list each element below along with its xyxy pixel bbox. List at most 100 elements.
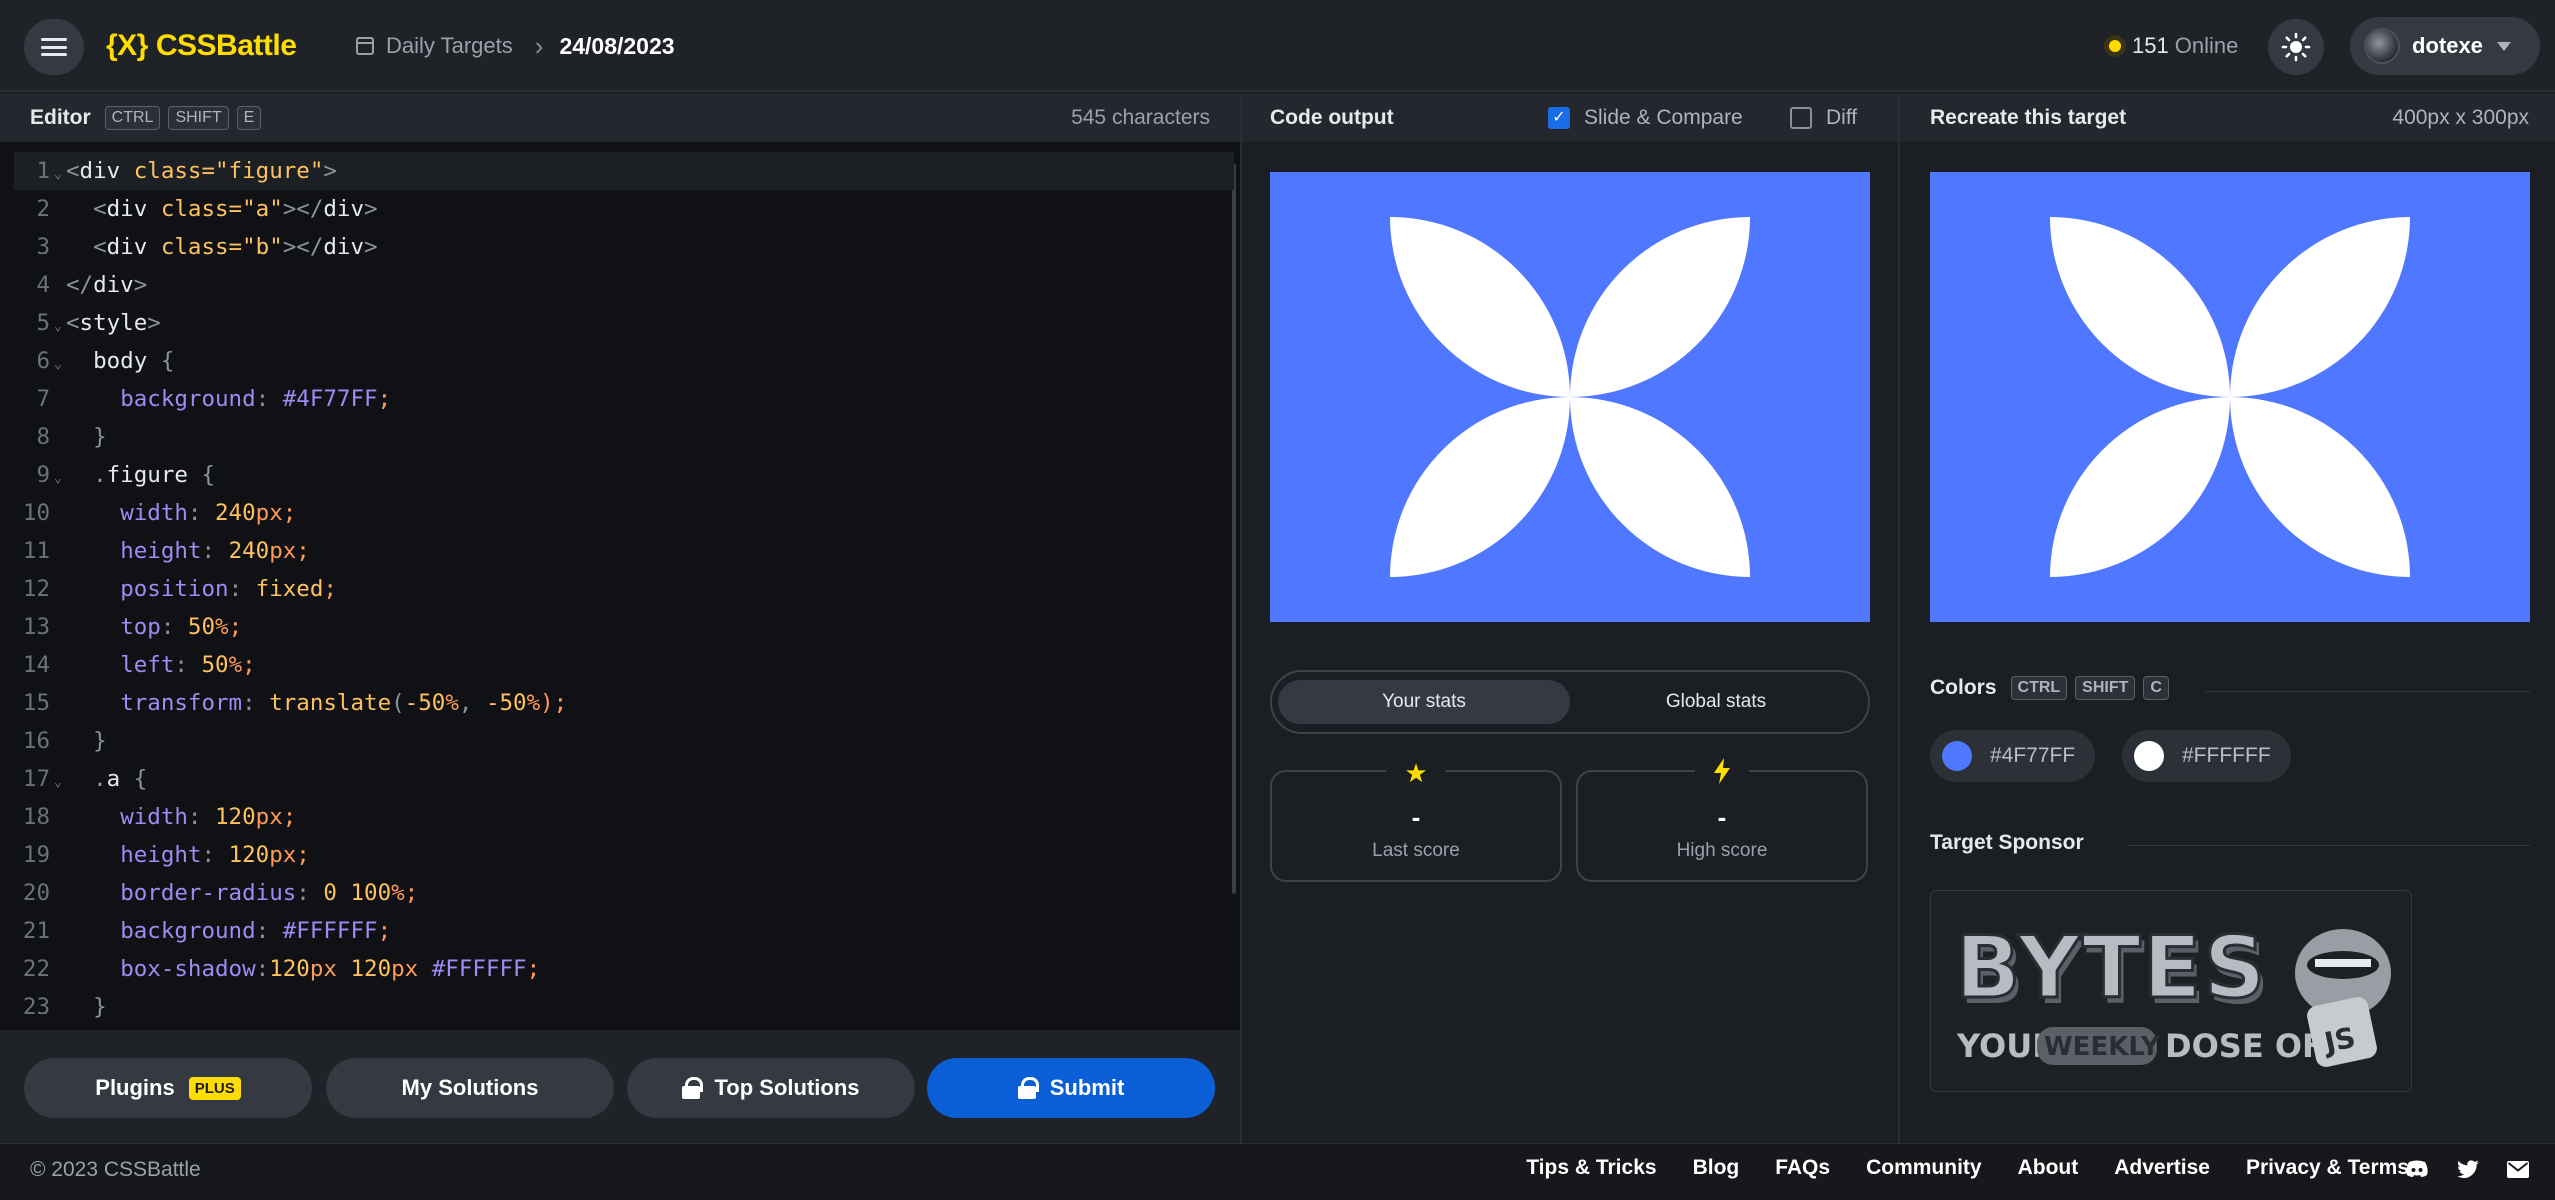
footer-links: Tips & Tricks Blog FAQs Community About …	[1526, 1156, 2409, 1180]
target-image[interactable]	[1930, 172, 2530, 622]
mail-icon[interactable]	[2507, 1160, 2529, 1178]
color-swatch	[1942, 741, 1972, 771]
code-line[interactable]: 17 ⌄ .a {	[14, 760, 1234, 798]
line-number: 6	[36, 348, 50, 374]
logo[interactable]: {X} CSSBattle	[106, 26, 297, 66]
code-line[interactable]: 1 ⌄ <div class="figure">	[14, 152, 1234, 190]
breadcrumb-daily-targets[interactable]: Daily Targets	[386, 33, 513, 59]
sponsor-banner[interactable]: BYTES BYTES YOUR WEEKLY DOSE OF JS	[1930, 890, 2412, 1092]
theme-toggle-button[interactable]	[2268, 19, 2324, 75]
code-line[interactable]: 13 top: 50%;	[14, 608, 1234, 646]
code-line[interactable]: 6 ⌄ body {	[14, 342, 1234, 380]
chevron-right-icon: ›	[534, 30, 544, 61]
menu-button[interactable]	[24, 19, 84, 75]
code-line[interactable]: 14 left: 50%;	[14, 646, 1234, 684]
footer-link-tips[interactable]: Tips & Tricks	[1526, 1156, 1656, 1180]
caret-down-icon	[2496, 41, 2511, 51]
twitter-icon[interactable]	[2457, 1160, 2479, 1178]
fold-chevron-icon[interactable]: ⌄	[50, 763, 66, 801]
stats-tabs: Your stats Global stats	[1270, 670, 1870, 734]
output-title: Code output	[1270, 106, 1394, 129]
color-chip-white[interactable]: #FFFFFF	[2122, 730, 2291, 782]
code-line[interactable]: 9 ⌄ .figure {	[14, 456, 1234, 494]
line-number: 21	[22, 918, 50, 944]
color-chip-blue[interactable]: #4F77FF	[1930, 730, 2096, 782]
fold-chevron-icon[interactable]: ⌄	[50, 155, 66, 193]
social-icons	[2405, 1160, 2529, 1178]
line-number: 7	[36, 386, 50, 412]
editor-actions: Plugins PLUS My Solutions Top Solutions …	[0, 1030, 1240, 1143]
footer-link-privacy[interactable]: Privacy & Terms	[2246, 1156, 2409, 1180]
footer-link-faqs[interactable]: FAQs	[1775, 1156, 1830, 1180]
section-divider	[2205, 691, 2530, 692]
shortcut-key: E	[236, 106, 262, 130]
code-line[interactable]: 4 </div>	[14, 266, 1234, 304]
lock-icon	[682, 1077, 704, 1099]
code-line[interactable]: 20 border-radius: 0 100%;	[14, 874, 1234, 912]
code-editor[interactable]: 1 ⌄ <div class="figure"> 2 <div class="a">…	[0, 142, 1240, 1030]
top-solutions-button[interactable]: Top Solutions	[627, 1058, 915, 1118]
checkbox-checked-icon[interactable]	[1548, 107, 1570, 129]
editor-title: Editor	[30, 106, 91, 129]
code-line[interactable]: 19 height: 120px;	[14, 836, 1234, 874]
tab-global-stats[interactable]: Global stats	[1570, 680, 1862, 724]
code-line[interactable]: 23 }	[14, 988, 1234, 1026]
code-line[interactable]: 8 }	[14, 418, 1234, 456]
fold-chevron-icon[interactable]: ⌄	[50, 459, 66, 497]
code-line[interactable]: 2 <div class="a"></div>	[14, 190, 1234, 228]
my-solutions-button[interactable]: My Solutions	[326, 1058, 614, 1118]
copyright: © 2023 CSSBattle	[30, 1158, 201, 1181]
shortcut-key: CTRL	[2010, 676, 2068, 700]
panel-divider[interactable]	[1240, 94, 1242, 1143]
code-line[interactable]: 3 <div class="b"></div>	[14, 228, 1234, 266]
fold-chevron-icon[interactable]: ⌄	[50, 345, 66, 383]
editor-header: Editor CTRL SHIFT E 545 characters	[0, 94, 1240, 142]
online-dot-icon	[2104, 35, 2126, 57]
user-menu-button[interactable]: dotexe	[2350, 17, 2540, 75]
last-score-value: -	[1411, 802, 1421, 832]
sun-icon	[2281, 32, 2311, 62]
line-number: 2	[36, 196, 50, 222]
output-render	[1270, 172, 1870, 622]
footer-link-advertise[interactable]: Advertise	[2114, 1156, 2210, 1180]
my-solutions-label: My Solutions	[401, 1075, 539, 1100]
panel-divider[interactable]	[1898, 94, 1900, 1143]
code-line[interactable]: 21 background: #FFFFFF;	[14, 912, 1234, 950]
line-number: 8	[36, 424, 50, 450]
diff-toggle[interactable]: Diff	[1790, 106, 1857, 130]
code-line[interactable]: 11 height: 240px;	[14, 532, 1234, 570]
plugins-button[interactable]: Plugins PLUS	[24, 1058, 312, 1118]
section-divider	[2128, 845, 2530, 846]
code-line[interactable]: 7 background: #4F77FF;	[14, 380, 1234, 418]
line-number: 12	[22, 576, 50, 602]
footer-link-community[interactable]: Community	[1866, 1156, 1982, 1180]
hamburger-icon	[41, 38, 67, 56]
code-line[interactable]: 10 width: 240px;	[14, 494, 1234, 532]
code-output-canvas[interactable]	[1270, 172, 1870, 622]
sponsor-logo: BYTES BYTES YOUR WEEKLY DOSE OF JS	[1954, 917, 2391, 1067]
line-number: 4	[36, 272, 50, 298]
checkbox-unchecked-icon[interactable]	[1790, 107, 1812, 129]
footer-link-about[interactable]: About	[2018, 1156, 2079, 1180]
slide-compare-toggle[interactable]: Slide & Compare	[1548, 106, 1743, 130]
breadcrumb: Daily Targets › 24/08/2023	[356, 28, 675, 64]
footer-link-blog[interactable]: Blog	[1693, 1156, 1740, 1180]
code-line[interactable]: 15 transform: translate(-50%, -50%);	[14, 684, 1234, 722]
code-line[interactable]: 12 position: fixed;	[14, 570, 1234, 608]
tab-your-stats[interactable]: Your stats	[1278, 680, 1570, 724]
colors-title: Colors	[1930, 676, 1997, 699]
code-line[interactable]: 18 width: 120px;	[14, 798, 1234, 836]
avatar	[2364, 28, 2400, 64]
high-score-value: -	[1717, 802, 1727, 832]
code-line[interactable]: 22 box-shadow:120px 120px #FFFFFF;	[14, 950, 1234, 988]
online-label: Online	[2174, 33, 2239, 58]
code-line[interactable]: 5 ⌄ <style>	[14, 304, 1234, 342]
line-number: 23	[22, 994, 50, 1020]
code-line[interactable]: 16 }	[14, 722, 1234, 760]
output-header: Code output Slide & Compare Diff	[1242, 94, 1898, 142]
submit-button[interactable]: Submit	[927, 1058, 1215, 1118]
footer: © 2023 CSSBattle Tips & Tricks Blog FAQs…	[0, 1143, 2555, 1200]
star-icon: ★	[1386, 758, 1446, 789]
fold-chevron-icon[interactable]: ⌄	[50, 307, 66, 345]
discord-icon[interactable]	[2405, 1160, 2429, 1178]
